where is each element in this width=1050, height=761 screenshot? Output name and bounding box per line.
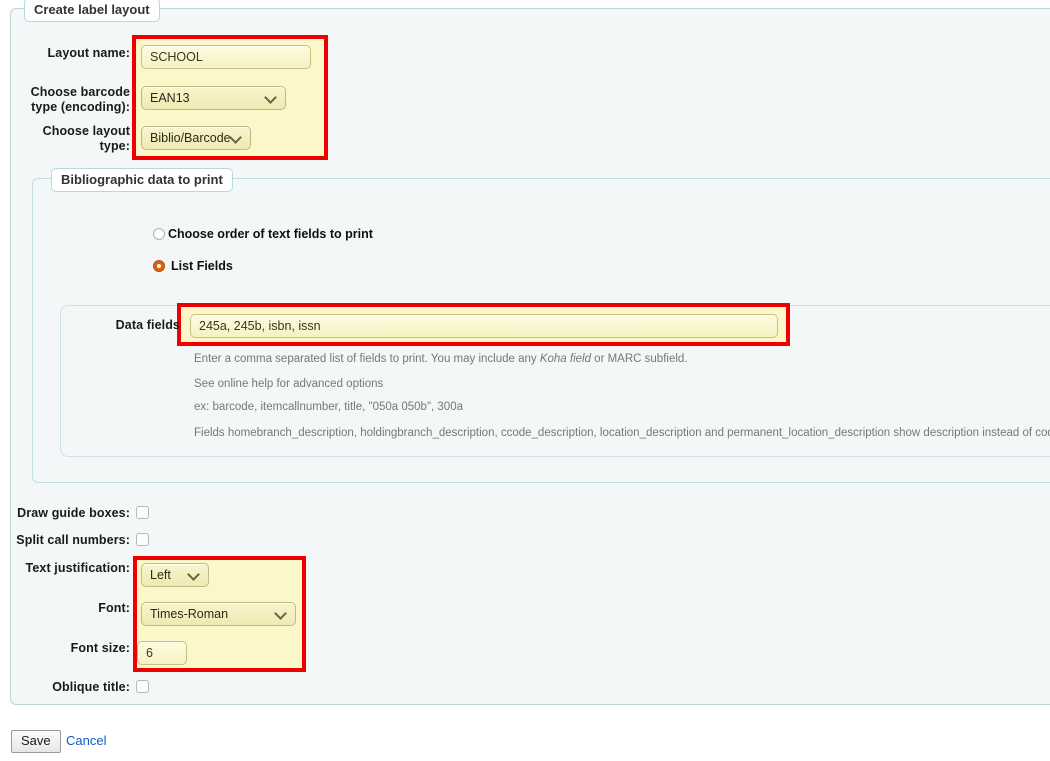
layout-name-label-wrap: Layout name:	[10, 46, 130, 61]
barcode-type-label-wrap: Choose barcode type (encoding):	[10, 85, 130, 115]
layout-type-label: Choose layout type:	[43, 124, 130, 154]
draw-guide-boxes-label-wrap: Draw guide boxes:	[10, 506, 130, 521]
barcode-type-value: EAN13	[150, 91, 190, 105]
split-call-numbers-label-wrap: Split call numbers:	[10, 533, 130, 548]
font-size-label: Font size:	[70, 641, 130, 655]
font-select[interactable]: Times-Roman	[141, 602, 296, 626]
radio-choose-order[interactable]	[153, 228, 165, 240]
oblique-title-label-wrap: Oblique title:	[10, 680, 130, 695]
draw-guide-boxes-checkbox[interactable]	[136, 506, 149, 519]
radio-list-fields-label: List Fields	[171, 259, 233, 273]
font-size-input[interactable]	[137, 641, 187, 665]
save-button[interactable]: Save	[11, 730, 61, 753]
text-justification-select[interactable]: Left	[141, 563, 209, 587]
barcode-type-label-line1: Choose barcode	[30, 85, 130, 99]
help-line-1-emphasis: Koha field	[539, 353, 591, 365]
font-label-wrap: Font:	[10, 601, 130, 616]
data-fields-label-wrap: Data fields	[60, 318, 180, 333]
font-value: Times-Roman	[150, 607, 229, 621]
layout-type-label-line2: type:	[99, 139, 130, 153]
layout-type-label-wrap: Choose layout type:	[10, 124, 130, 154]
help-line-1-a: Enter a comma separated list of fields t…	[194, 353, 540, 365]
layout-type-label-line1: Choose layout	[42, 124, 130, 138]
draw-guide-boxes-label: Draw guide boxes:	[17, 506, 130, 520]
radio-choose-order-row[interactable]: Choose order of text fields to print	[153, 227, 373, 241]
layout-type-value: Biblio/Barcode	[150, 131, 231, 145]
split-call-numbers-checkbox[interactable]	[136, 533, 149, 546]
page-root: Create label layout Layout name: Choose …	[0, 0, 1050, 761]
help-line-1-b: or MARC subfield.	[590, 353, 688, 365]
chevron-down-icon	[231, 132, 242, 143]
page-title: Create label layout	[24, 0, 160, 22]
text-justification-label-wrap: Text justification:	[10, 561, 130, 576]
chevron-down-icon	[266, 92, 277, 103]
radio-choose-order-label: Choose order of text fields to print	[168, 227, 373, 241]
barcode-type-label: Choose barcode type (encoding):	[31, 85, 130, 115]
cancel-link[interactable]: Cancel	[66, 733, 106, 748]
help-line-1: Enter a comma separated list of fields t…	[194, 352, 688, 366]
help-line-2: See online help for advanced options	[194, 378, 384, 390]
radio-list-fields[interactable]	[153, 260, 165, 272]
text-justification-label: Text justification:	[25, 561, 130, 575]
barcode-type-label-line2: type (encoding):	[31, 100, 130, 114]
split-call-numbers-label: Split call numbers:	[16, 533, 130, 547]
font-label: Font:	[98, 601, 130, 615]
oblique-title-label: Oblique title:	[52, 680, 130, 694]
layout-name-label: Layout name:	[47, 46, 130, 60]
data-fields-label: Data fields	[115, 318, 180, 332]
layout-type-select[interactable]: Biblio/Barcode	[141, 126, 251, 150]
bibliographic-data-legend: Bibliographic data to print	[51, 168, 233, 192]
help-line-4: Fields homebranch_description, holdingbr…	[194, 427, 1050, 439]
help-line-3: ex: barcode, itemcallnumber, title, "050…	[194, 401, 463, 413]
barcode-type-select[interactable]: EAN13	[141, 86, 286, 110]
radio-list-fields-row[interactable]: List Fields	[153, 259, 233, 273]
oblique-title-checkbox[interactable]	[136, 680, 149, 693]
data-fields-input[interactable]	[190, 314, 778, 338]
chevron-down-icon	[276, 608, 287, 619]
font-size-label-wrap: Font size:	[10, 641, 130, 656]
layout-name-input[interactable]	[141, 45, 311, 69]
text-justification-value: Left	[150, 568, 171, 582]
chevron-down-icon	[189, 569, 200, 580]
